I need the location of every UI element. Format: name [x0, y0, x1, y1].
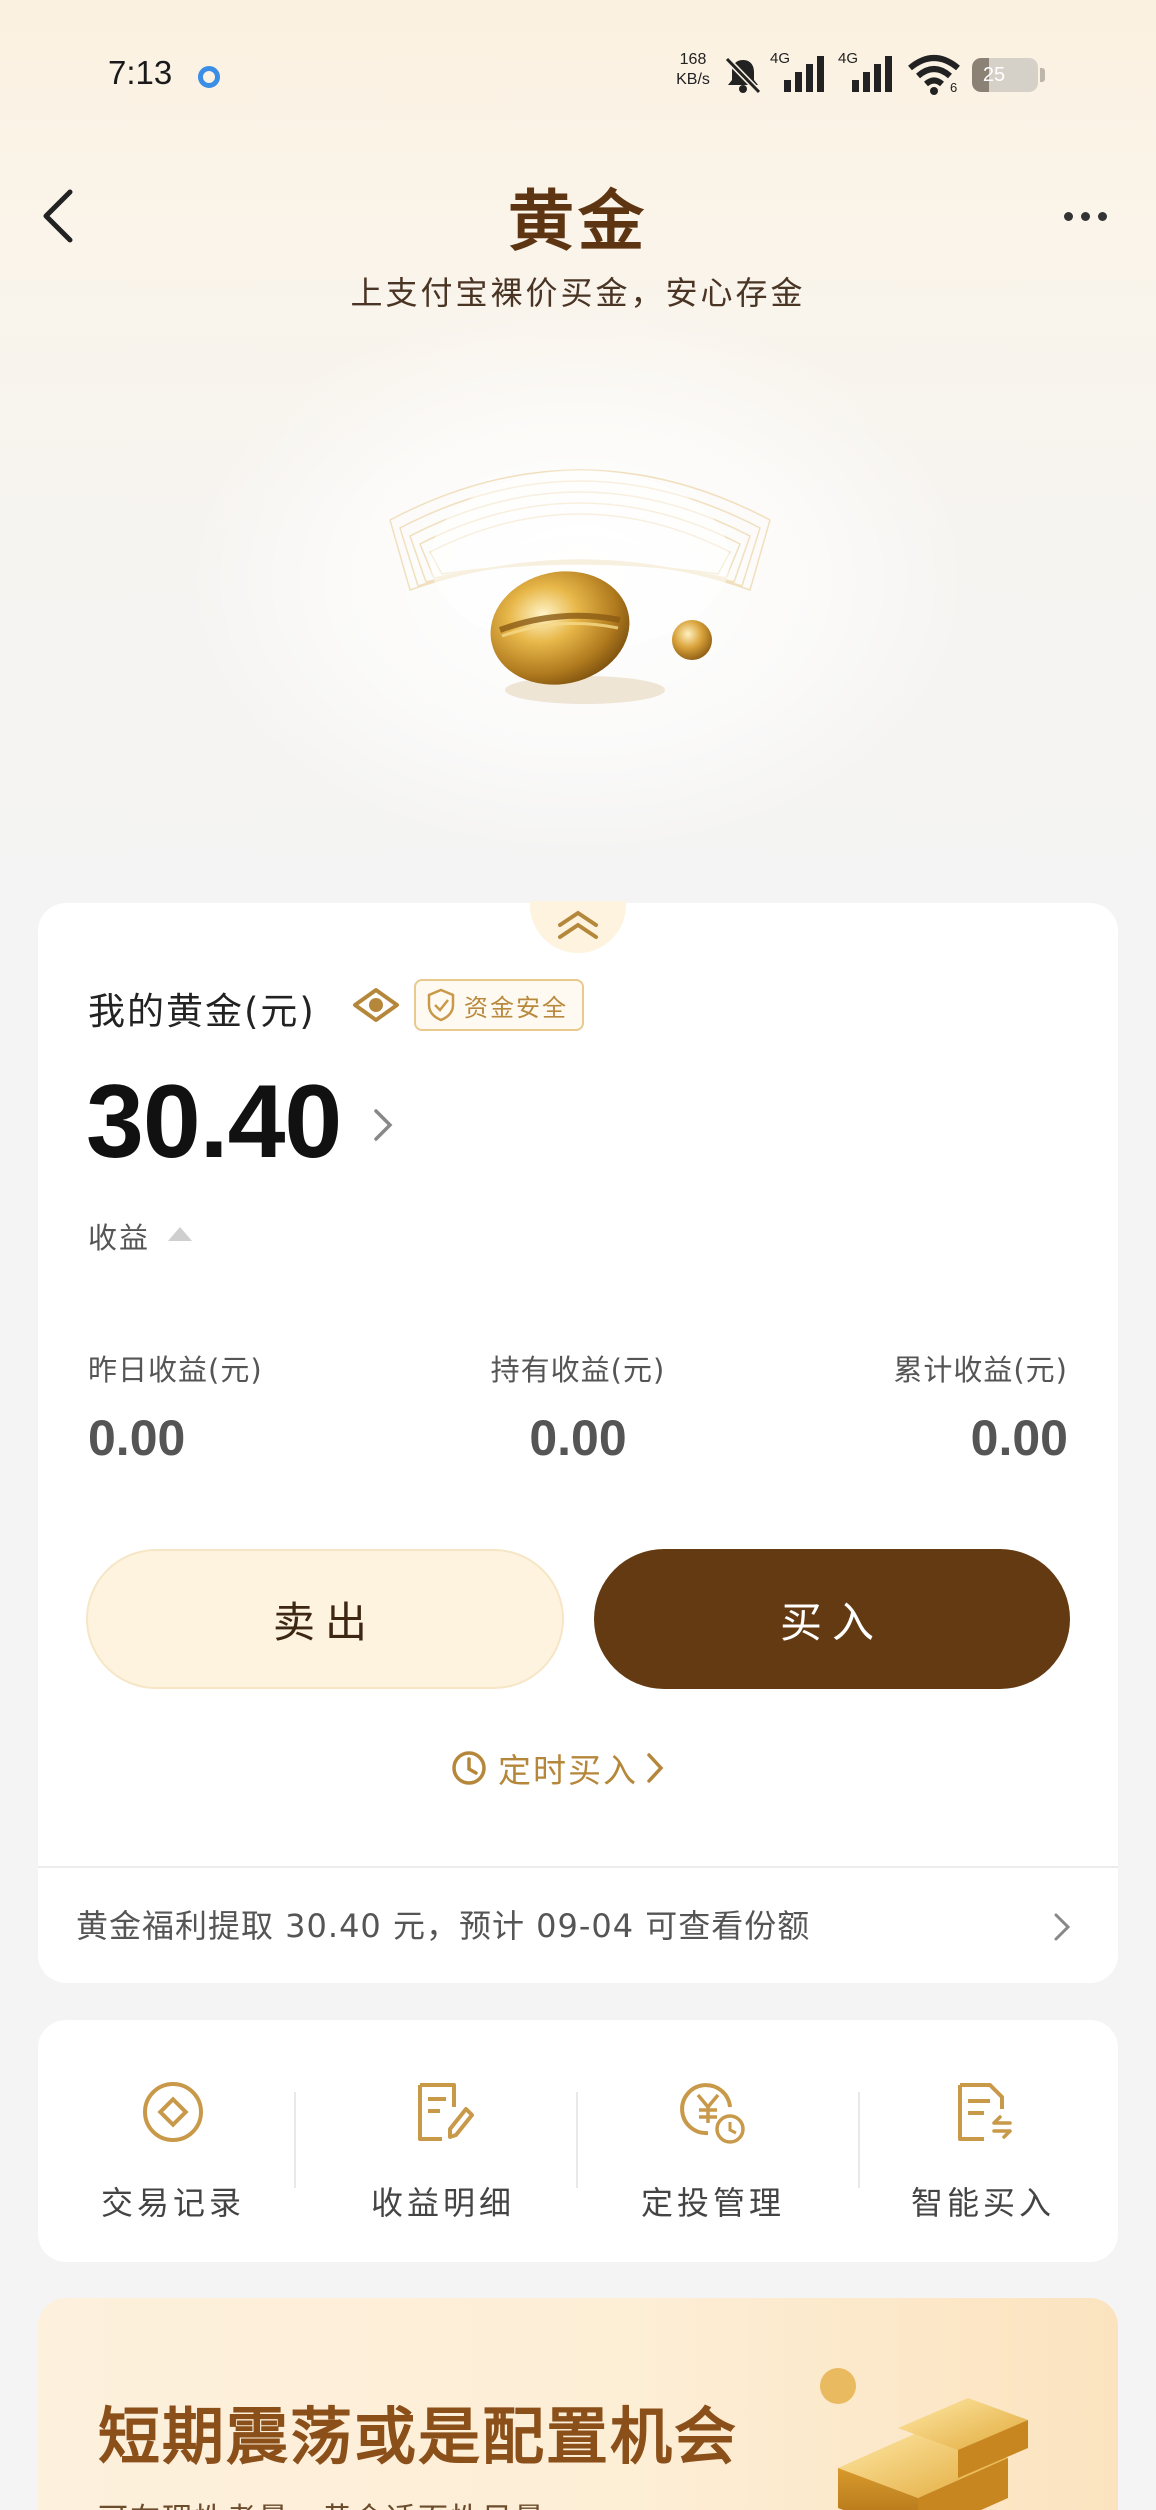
clock-icon: [452, 1751, 486, 1785]
bell-muted-icon: [724, 56, 762, 95]
transaction-record-icon: [143, 2082, 203, 2142]
gold-balance-amount[interactable]: 30.40: [86, 1063, 342, 1182]
wifi-standard: 6: [950, 80, 958, 95]
chevron-right-icon[interactable]: [1050, 1907, 1074, 1947]
buy-button[interactable]: 买入: [594, 1549, 1070, 1689]
notification-dot-icon: [198, 66, 220, 88]
stat-label: 持有收益(元): [490, 1353, 666, 1387]
stat-value: 0.00: [529, 1410, 627, 1466]
more-options-icon[interactable]: [1062, 204, 1110, 228]
collapse-toggle[interactable]: [530, 901, 626, 953]
back-arrow-icon[interactable]: [36, 184, 80, 248]
gold-assets-card: 我的黄金(元) 资金安全 30.40 收益 昨日收益(元) 0.00 持有收益(…: [38, 901, 1118, 1983]
sell-button[interactable]: 卖出: [86, 1549, 564, 1689]
page-subtitle: 上支付宝裸价买金，安心存金: [350, 274, 806, 312]
signal-strength-icon: [784, 56, 824, 92]
shortcut-label: 智能买入: [910, 2184, 1055, 2222]
shortcut-auto-invest[interactable]: 定投管理: [578, 2072, 848, 2224]
promo-subtitle: 可在理性考量，黄金适面性目量: [98, 2494, 546, 2510]
network-speed-unit: KB/s: [676, 71, 710, 88]
page-title: 黄金: [508, 182, 648, 260]
gold-bean-illustration: [389, 469, 771, 704]
income-toggle[interactable]: 收益: [88, 1215, 150, 1257]
caret-up-icon[interactable]: [168, 1227, 192, 1241]
my-gold-label: 我的黄金(元): [88, 990, 316, 1033]
shortcut-income-detail[interactable]: 收益明细: [308, 2072, 578, 2224]
battery-cap: [1040, 68, 1045, 82]
status-bar: 7:13 168 KB/s 4G 4G 6 25: [0, 0, 1156, 150]
promo-banner[interactable]: 短期震荡或是配置机会 可在理性考量，黄金适面性目量: [38, 2298, 1118, 2510]
smart-buy-icon: [958, 2083, 1012, 2141]
scheduled-buy-link[interactable]: 定时买入: [450, 1743, 666, 1793]
eye-visibility-icon[interactable]: [352, 985, 400, 1025]
shortcut-label: 定投管理: [640, 2184, 785, 2222]
shield-check-icon: [427, 988, 455, 1022]
shortcut-label: 交易记录: [100, 2184, 245, 2222]
stat-value: 0.00: [88, 1410, 186, 1466]
stat-label: 昨日收益(元): [88, 1353, 263, 1387]
stat-total-income: 累计收益(元) 0.00: [768, 1347, 1068, 1467]
income-detail-icon: [418, 2083, 474, 2141]
shortcut-menu: 交易记录 收益明细 定投管理 智能买入: [38, 2020, 1118, 2262]
network-speed: 168 KB/s: [668, 50, 718, 90]
shortcut-smart-buy[interactable]: 智能买入: [848, 2072, 1118, 2224]
stat-holding-income: 持有收益(元) 0.00: [428, 1347, 728, 1467]
stat-yesterday-income: 昨日收益(元) 0.00: [88, 1347, 388, 1467]
chevron-right-icon[interactable]: [368, 1103, 396, 1147]
shortcut-label: 收益明细: [370, 2184, 515, 2222]
double-chevron-up-icon: [558, 910, 598, 939]
divider: [294, 2092, 296, 2188]
status-time: 7:13: [108, 54, 173, 91]
welfare-notice[interactable]: 黄金福利提取 30.40 元，预计 09-04 可查看份额: [76, 1901, 810, 1947]
divider: [38, 1866, 1118, 1868]
battery-level: 25: [982, 64, 1006, 86]
gold-bars-illustration: [820, 2368, 1028, 2510]
chevron-right-icon: [647, 1753, 664, 1783]
fund-safety-badge[interactable]: 资金安全: [414, 979, 584, 1031]
shortcut-transaction-record[interactable]: 交易记录: [38, 2072, 308, 2224]
scheduled-buy-label: 定时买入: [498, 1751, 638, 1790]
auto-invest-icon: [680, 2083, 745, 2144]
signal-strength-icon: [852, 56, 892, 92]
promo-title: 短期震荡或是配置机会: [98, 2400, 739, 2473]
stat-value: 0.00: [970, 1410, 1068, 1466]
network-speed-value: 168: [679, 51, 707, 68]
stat-label: 累计收益(元): [893, 1353, 1068, 1387]
battery-icon: 25: [972, 58, 1038, 92]
fund-safety-label: 资金安全: [464, 993, 568, 1022]
